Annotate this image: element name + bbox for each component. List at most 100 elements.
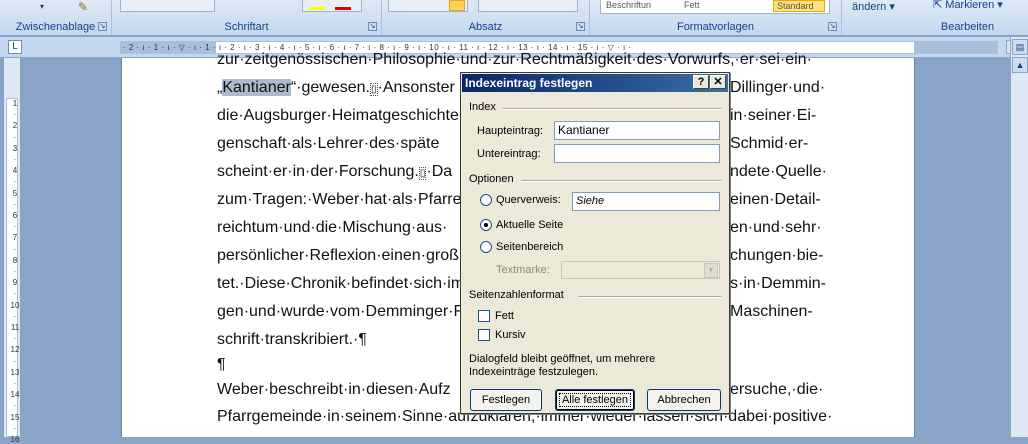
help-icon[interactable]: ? (693, 75, 709, 89)
vertical-ruler-tick: 14 (10, 390, 20, 400)
vertical-ruler-tick: 4 (12, 166, 18, 176)
current-page-radio[interactable] (480, 219, 492, 231)
styles-gallery[interactable]: Beschriftun Fett Standard (600, 0, 830, 14)
font-launcher-icon[interactable]: ↘ (368, 22, 377, 31)
page-range-radio[interactable] (480, 241, 492, 253)
options-section-label: Optionen (469, 173, 514, 185)
doc-line-right: Maschinen- (730, 303, 813, 320)
ruler-right-margin (914, 42, 997, 53)
style-bold[interactable]: Fett (681, 0, 703, 12)
paragraph-launcher-icon[interactable]: ↘ (576, 22, 585, 31)
vertical-ruler-tick: 12 (10, 345, 20, 355)
highlighted-word: Kantianer (222, 79, 291, 96)
mark-button[interactable]: Festlegen (470, 389, 542, 411)
dialog-info-text: Dialogfeld bleibt geöffnet, um mehrere I… (469, 353, 656, 378)
doc-line: persönlicher·Reflexion·einen·groß (217, 247, 459, 264)
vertical-ruler-tick: 3 (12, 143, 18, 153)
vertical-ruler-tick: · (13, 267, 17, 276)
style-caption[interactable]: Beschriftun (603, 0, 654, 12)
vertical-ruler-tick: 16 (10, 435, 20, 444)
scroll-up-icon[interactable]: ▲ (1012, 57, 1028, 73)
vertical-ruler-tick: · (13, 177, 17, 187)
doc-line: ¶ (217, 356, 226, 373)
dropdown-arrow-icon: ▼ (704, 263, 718, 278)
doc-line: tet.·Diese·Chronik·befindet·sich·im (217, 275, 465, 292)
vertical-ruler-tick: 6 (12, 211, 18, 220)
vertical-ruler[interactable]: 1 · 2 · 3 · 4 · 5 · 6 · 7 · 8 · 9 · 10 · 11 · 12 · 13 · 14 · 15 · 16 (4, 58, 21, 444)
vertical-ruler-tick: · (13, 222, 17, 232)
vertical-ruler-tick: · (13, 379, 17, 388)
vertical-ruler-tick: · (13, 356, 17, 366)
doc-line-right: ndete·Quelle· (730, 163, 827, 180)
doc-line: zum·Tragen:·Weber·hat·als·Pfarre (217, 191, 462, 208)
font-color-buttons[interactable] (302, 0, 362, 12)
vertical-ruler-tick: · (13, 311, 17, 321)
vertical-scrollbar[interactable]: ▤ ▲ (1010, 37, 1028, 437)
change-styles-button[interactable]: ändern ▾ (852, 0, 895, 13)
highlight-color-icon[interactable] (309, 7, 325, 10)
mark-all-label: Alle festlegen (558, 393, 632, 407)
cancel-button[interactable]: Abbrechen (647, 389, 721, 411)
doc-line: schrift·transkribiert.·¶ (217, 331, 367, 348)
cross-reference-input[interactable]: Siehe (572, 192, 720, 211)
dropdown-icon[interactable]: ▾ (40, 2, 44, 11)
clipboard-launcher-icon[interactable]: ↘ (98, 22, 107, 31)
change-styles-label: ändern (852, 1, 887, 13)
doc-line-right: einen·Detail- (730, 191, 821, 208)
doc-line-right: Dillinger·und· (730, 79, 826, 96)
doc-line-right: s·in·Demmin- (730, 275, 826, 292)
bookmark-label: Textmarke: (496, 264, 550, 276)
doc-line: scheint·er·in·der·Forschung.▯·Da (217, 163, 453, 180)
mark-index-entry-dialog: Indexeintrag festlegen ? ✕ Index Hauptei… (460, 72, 730, 414)
vertical-ruler-tick: 15 (10, 412, 20, 422)
doc-line-right: en·und·sehr· (730, 219, 822, 236)
doc-line-right: chungen·bie- (730, 247, 824, 264)
format-painter-icon[interactable]: ✎ (78, 0, 88, 14)
select-button[interactable]: ⇱ Markieren ▾ (933, 0, 1003, 11)
clipboard-group: ✎ ▾ Zwischenablage ↘ (0, 0, 112, 35)
sub-entry-label: Untereintrag: (477, 148, 541, 160)
doc-fragment: Da (431, 163, 453, 180)
cross-reference-radio[interactable] (480, 194, 492, 206)
style-standard[interactable]: Standard (773, 0, 825, 12)
paragraph-group-label: Absatz (468, 21, 503, 33)
tab-selector-icon[interactable]: L (8, 40, 22, 54)
vertical-ruler-tick: · (13, 244, 17, 254)
paragraph-group: Absatz ↘ (382, 0, 590, 35)
cross-reference-label: Querverweis: (496, 194, 561, 206)
vertical-ruler-tick: 2 (12, 121, 18, 131)
doc-line-right: Schmid·er- (730, 135, 809, 152)
font-group-label: Schriftart (224, 21, 269, 33)
vertical-ruler-tick: 8 (12, 255, 18, 265)
mark-all-button[interactable]: Alle festlegen (555, 389, 635, 411)
field-marker-icon: ▯ (369, 83, 378, 96)
bookmark-select[interactable]: ▼ (561, 261, 720, 279)
vertical-ruler-tick: 7 (12, 233, 18, 243)
italic-checkbox[interactable] (478, 329, 490, 341)
close-icon[interactable]: ✕ (710, 75, 726, 89)
font-style-buttons[interactable] (120, 0, 215, 12)
doc-fragment: scheint·er·in·der·Forschung. (217, 163, 419, 180)
alignment-buttons[interactable] (388, 0, 468, 12)
vertical-ruler-tick: 10 (10, 300, 20, 310)
dialog-title-bar[interactable]: Indexeintrag festlegen (462, 74, 728, 92)
vertical-ruler-tick: 9 (12, 278, 18, 288)
styles-group-label: Formatvorlagen (676, 21, 755, 33)
paragraph-spacing-buttons[interactable] (478, 0, 578, 12)
vertical-ruler-tick: · (13, 334, 17, 344)
justify-active-icon[interactable] (449, 0, 465, 11)
page-format-section-label: Seitenzahlenformat (469, 289, 564, 301)
sub-entry-input[interactable] (554, 144, 720, 163)
field-marker-icon: ▯ (418, 167, 427, 180)
editing-group-label: Bearbeiten (940, 21, 995, 33)
select-label: Markieren (945, 0, 995, 11)
index-section-label: Index (469, 101, 496, 113)
doc-line-right: in·seiner·Ei- (730, 107, 817, 124)
bold-checkbox[interactable] (478, 310, 490, 322)
doc-fragment: Ansonster (382, 79, 455, 96)
styles-launcher-icon[interactable]: ↘ (828, 22, 837, 31)
ruler-toggle-icon[interactable]: ▤ (1012, 39, 1028, 55)
font-color-icon[interactable] (335, 7, 351, 10)
doc-line: genschaft·als·Lehrer·des·späte (217, 135, 440, 152)
main-entry-input[interactable]: Kantianer (554, 121, 720, 140)
